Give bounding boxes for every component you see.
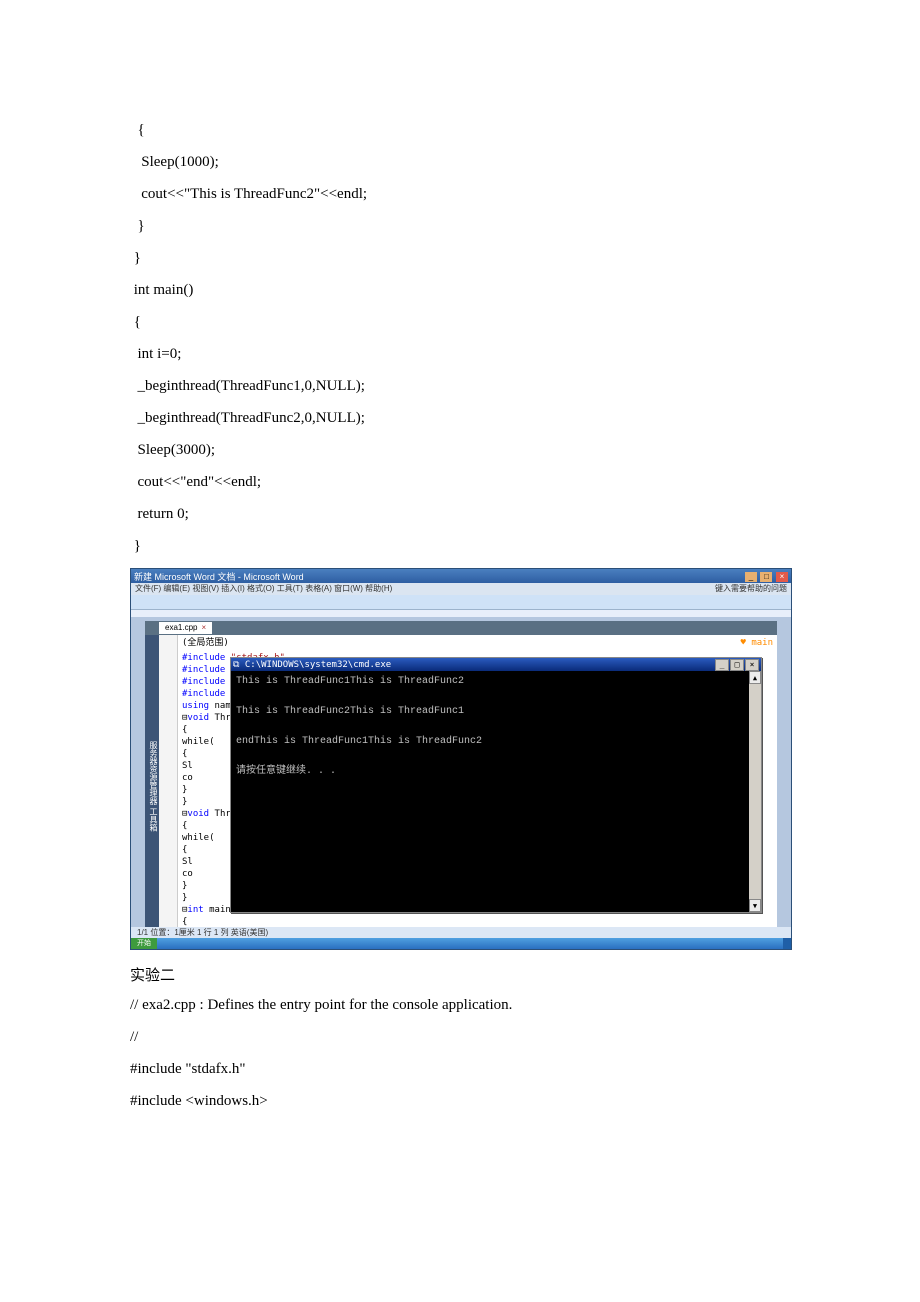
system-tray[interactable] <box>783 938 791 949</box>
word-content-area: exa1.cpp × 服务器资源管理器 工具箱 (全局范围) ♥ main #i… <box>131 617 791 927</box>
word-help-hint: 键入需要帮助的问题 <box>715 583 787 595</box>
vs-gutter <box>159 635 178 935</box>
section-heading: 实验二 <box>130 964 790 985</box>
close-icon[interactable]: × <box>776 572 788 582</box>
code-block-top: { Sleep(1000); cout<<"This is ThreadFunc… <box>130 118 790 558</box>
code-line: int i=0; <box>130 342 790 366</box>
word-title: 新建 Microsoft Word 文档 - Microsoft Word <box>134 570 304 583</box>
embedded-screenshot: 新建 Microsoft Word 文档 - Microsoft Word _ … <box>130 568 792 950</box>
code-line: return 0; <box>130 502 790 526</box>
cmd-title: ⧉ C:\WINDOWS\system32\cmd.exe <box>233 659 391 671</box>
cmd-window: ⧉ C:\WINDOWS\system32\cmd.exe _ □ × This… <box>230 657 762 913</box>
code-line: #include "stdafx.h" <box>130 1057 790 1081</box>
vs-code-area[interactable]: (全局范围) ♥ main #include "stdafx.h"#includ… <box>178 635 777 935</box>
windows-taskbar: 开始 <box>131 938 791 949</box>
cmd-scrollbar[interactable]: ▲ ▼ <box>749 671 761 912</box>
vs-tab-label: exa1.cpp <box>165 622 197 634</box>
scroll-down-icon[interactable]: ▼ <box>749 899 761 912</box>
code-line: } <box>130 214 790 238</box>
vs-tab-exa1[interactable]: exa1.cpp × <box>159 622 212 634</box>
minimize-icon[interactable]: _ <box>745 572 757 582</box>
code-block-bottom: // exa2.cpp : Defines the entry point fo… <box>130 993 790 1113</box>
code-line: { <box>130 310 790 334</box>
maximize-icon[interactable]: □ <box>760 572 772 582</box>
cmd-output: This is ThreadFunc1This is ThreadFunc2 T… <box>231 671 761 782</box>
code-line: cout<<"end"<<endl; <box>130 470 790 494</box>
scroll-up-icon[interactable]: ▲ <box>749 671 761 684</box>
word-toolbar[interactable] <box>131 595 791 610</box>
code-line: // <box>130 1025 790 1049</box>
code-line: Sleep(1000); <box>130 150 790 174</box>
vs-editor: 服务器资源管理器 工具箱 (全局范围) ♥ main #include "std… <box>145 635 777 935</box>
word-menubar[interactable]: 文件(F) 编辑(E) 视图(V) 插入(I) 格式(O) 工具(T) 表格(A… <box>131 583 791 595</box>
word-window-controls: _ □ × <box>744 571 788 582</box>
code-line: // exa2.cpp : Defines the entry point fo… <box>130 993 790 1017</box>
word-titlebar: 新建 Microsoft Word 文档 - Microsoft Word _ … <box>131 569 791 583</box>
maximize-icon[interactable]: □ <box>730 659 744 671</box>
code-line: int main() <box>130 278 790 302</box>
code-line: Sleep(3000); <box>130 438 790 462</box>
vs-tabstrip: exa1.cpp × <box>145 621 777 635</box>
code-line: { <box>130 118 790 142</box>
vs-sidebar[interactable]: 服务器资源管理器 工具箱 <box>145 635 159 935</box>
code-line: cout<<"This is ThreadFunc2"<<endl; <box>130 182 790 206</box>
minimize-icon[interactable]: _ <box>715 659 729 671</box>
code-line: _beginthread(ThreadFunc2,0,NULL); <box>130 406 790 430</box>
code-line: } <box>130 246 790 270</box>
word-menu-items[interactable]: 文件(F) 编辑(E) 视图(V) 插入(I) 格式(O) 工具(T) 表格(A… <box>135 583 392 595</box>
cmd-icon: ⧉ <box>233 660 239 670</box>
close-icon[interactable]: × <box>745 659 759 671</box>
code-line: _beginthread(ThreadFunc1,0,NULL); <box>130 374 790 398</box>
code-line: #include <windows.h> <box>130 1089 790 1113</box>
code-line: } <box>130 534 790 558</box>
cmd-window-controls: _ □ × <box>714 659 759 671</box>
start-button[interactable]: 开始 <box>131 938 157 949</box>
vs-scope-dropdown[interactable]: (全局范围) ♥ main <box>182 637 773 649</box>
cmd-titlebar: ⧉ C:\WINDOWS\system32\cmd.exe _ □ × <box>231 658 761 671</box>
close-tab-icon[interactable]: × <box>201 622 206 634</box>
